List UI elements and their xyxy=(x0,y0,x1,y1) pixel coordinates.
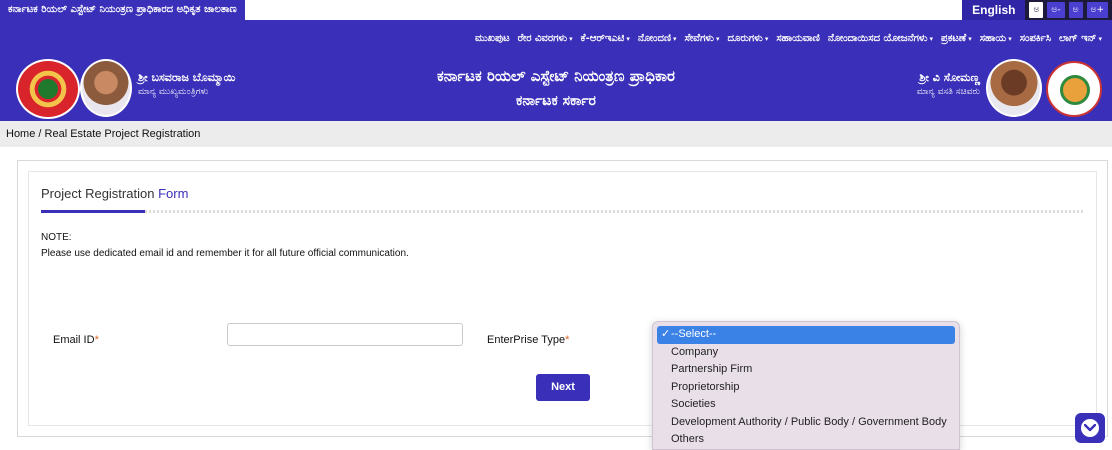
caret-down-icon: ▾ xyxy=(929,34,934,43)
nav-menu: ಮುಖಪುಟ ರೇರ ವಿವರಗಳು ▾ ಕೆ-ಆರ್‌ಇಎಟಿ ▾ ನೋಂದಣಿ ▾ ಸೇವ… xyxy=(467,20,1102,57)
caret-down-icon: ▾ xyxy=(764,34,769,43)
utility-controls: English ಅ ಅ- ಅ ಅ+ xyxy=(962,0,1112,20)
scroll-down-button[interactable] xyxy=(1075,413,1105,443)
font-size-decrease-button[interactable]: ಅ- xyxy=(1047,2,1065,18)
nav-item-label: ಮುಖಪುಟ xyxy=(474,33,510,44)
required-marker: * xyxy=(94,334,99,346)
housing-minister-photo xyxy=(986,59,1042,117)
dropdown-option[interactable]: Others xyxy=(657,431,955,449)
nav-item[interactable]: ದೂರುಗಳು ▾ xyxy=(728,33,769,44)
nav-item-label: ನೋಂದಣಿ xyxy=(637,33,672,44)
dropdown-option-label: Proprietorship xyxy=(671,380,740,393)
dropdown-option-label: Development Authority / Public Body / Go… xyxy=(671,415,947,428)
font-size-increase-button[interactable]: ಅ+ xyxy=(1086,2,1108,18)
form-title-main: Project Registration xyxy=(41,186,155,201)
nav-item[interactable]: ನೋಂದಾಯಿಸದ ಯೋಜನೆಗಳು ▾ xyxy=(828,33,933,44)
nav-item[interactable]: ಮುಖಪುಟ xyxy=(475,33,510,44)
title-divider-accent xyxy=(41,210,145,213)
checkmark-icon: ✓ xyxy=(661,328,671,340)
housing-minister-designation: ಮಾನ್ಯ ವಸತಿ ಸಚಿವರು xyxy=(916,87,980,97)
nav-item-label: ಕೆ-ಆರ್‌ಇಎಟಿ xyxy=(580,33,625,44)
required-marker: * xyxy=(565,334,570,346)
nav-item-label: ಸಹಾಯ xyxy=(979,33,1007,44)
rera-logo-icon xyxy=(1046,61,1102,117)
caret-down-icon: ▾ xyxy=(569,34,573,43)
dropdown-option-label: Partnership Firm xyxy=(671,363,753,375)
nav-item[interactable]: ಸಂಪರ್ಕಿಸಿ xyxy=(1020,33,1051,44)
breadcrumb: Home / Real Estate Project Registration xyxy=(0,121,1112,147)
language-toggle-button[interactable]: English xyxy=(962,0,1026,20)
nav-item[interactable]: ಸೇವೆಗಳು ▾ xyxy=(685,33,720,44)
housing-minister-name: ಶ್ರೀ ವಿ ಸೋಮಣ್ಣ xyxy=(919,71,980,84)
nav-item[interactable]: ಲಾಗ್ ಇನ್ ▾ xyxy=(1059,33,1102,44)
caret-down-icon: ▾ xyxy=(626,34,630,43)
font-size-controls: ಅ ಅ- ಅ ಅ+ xyxy=(1025,0,1112,20)
caret-down-icon: ▾ xyxy=(968,34,972,43)
nav-item-label: ದೂರುಗಳು xyxy=(727,33,763,44)
next-button[interactable]: Next xyxy=(536,374,590,401)
font-size-default-button[interactable]: ಅ xyxy=(1029,2,1044,18)
font-size-normal-button[interactable]: ಅ xyxy=(1068,2,1083,18)
dropdown-option-label: Others xyxy=(671,433,705,445)
note-heading: NOTE: xyxy=(41,232,72,243)
top-utility-bar: ಕರ್ನಾಟಕ ರಿಯಲ್ ಎಸ್ಟೇಟ್ ನಿಯಂತ್ರಣ ಪ್ರಾಧಿಕಾರ… xyxy=(0,0,1112,20)
nav-item-label: ರೇರ ವಿವರಗಳು xyxy=(517,33,568,44)
dropdown-option[interactable]: ✓--Select-- xyxy=(657,326,955,344)
nav-item-label: ನೋಂದಾಯಿಸದ ಯೋಜನೆಗಳು xyxy=(827,33,928,44)
header-banner: ಶ್ರೀ ಬಸವರಾಜ ಬೊಮ್ಮಾಯಿ ಮಾನ್ಯ ಮುಖ್ಯಮಂತ್ರಿಗಳ… xyxy=(0,57,1112,121)
nav-item[interactable]: ಸಹಾಯವಾಣಿ xyxy=(776,33,820,44)
nav-item-label: ಸೇವೆಗಳು xyxy=(684,33,714,44)
title-divider xyxy=(41,210,1084,213)
official-portal-label: ಕರ್ನಾಟಕ ರಿಯಲ್ ಎಸ್ಟೇಟ್ ನಿಯಂತ್ರಣ ಪ್ರಾಧಿಕಾರ… xyxy=(0,0,245,20)
dropdown-option[interactable]: Development Authority / Public Body / Go… xyxy=(657,414,955,432)
caret-down-icon: ▾ xyxy=(673,34,677,43)
note-text: Please use dedicated email id and rememb… xyxy=(41,248,409,259)
email-label-text: Email ID xyxy=(53,334,95,346)
main-navigation: ಮುಖಪುಟ ರೇರ ವಿವರಗಳು ▾ ಕೆ-ಆರ್‌ಇಎಟಿ ▾ ನೋಂದಣಿ ▾ ಸೇವ… xyxy=(0,20,1112,57)
dropdown-option-label: --Select-- xyxy=(671,328,717,340)
nav-item[interactable]: ನೋಂದಣಿ ▾ xyxy=(638,33,677,44)
form-title: Project Registration Form xyxy=(41,186,188,201)
form-title-accent: Form xyxy=(158,186,189,201)
nav-item[interactable]: ಸಹಾಯ ▾ xyxy=(980,33,1012,44)
enterprise-type-label: EnterPrise Type* xyxy=(487,334,569,346)
caret-down-icon: ▾ xyxy=(1098,34,1102,43)
nav-item-label: ಪ್ರಕಟಣೆ xyxy=(941,33,967,44)
email-field[interactable] xyxy=(227,323,463,346)
chevron-down-icon xyxy=(1084,424,1096,432)
dropdown-option[interactable]: Societies xyxy=(657,396,955,414)
caret-down-icon: ▾ xyxy=(715,34,720,43)
dropdown-option-label: Company xyxy=(671,345,719,358)
caret-down-icon: ▾ xyxy=(1008,34,1012,43)
nav-item[interactable]: ಪ್ರಕಟಣೆ ▾ xyxy=(941,33,972,44)
dropdown-option[interactable]: Company xyxy=(657,344,955,362)
dropdown-option-label: Societies xyxy=(671,398,716,410)
enterprise-type-label-text: EnterPrise Type xyxy=(487,334,566,346)
enterprise-type-dropdown[interactable]: ✓--Select-- Company Partnership Firm Propri… xyxy=(652,321,960,450)
email-label: Email ID* xyxy=(53,334,99,346)
nav-item-label: ಸಹಾಯವಾಣಿ xyxy=(776,33,820,44)
nav-item-label: ಸಂಪರ್ಕಿಸಿ xyxy=(1019,33,1052,44)
dropdown-option[interactable]: Proprietorship xyxy=(657,379,955,397)
nav-item[interactable]: ಕೆ-ಆರ್‌ಇಎಟಿ ▾ xyxy=(581,33,630,44)
nav-item[interactable]: ರೇರ ವಿವರಗಳು ▾ xyxy=(518,33,573,44)
nav-item-label: ಲಾಗ್ ಇನ್ xyxy=(1059,33,1097,44)
dropdown-option[interactable]: Partnership Firm xyxy=(657,361,955,379)
